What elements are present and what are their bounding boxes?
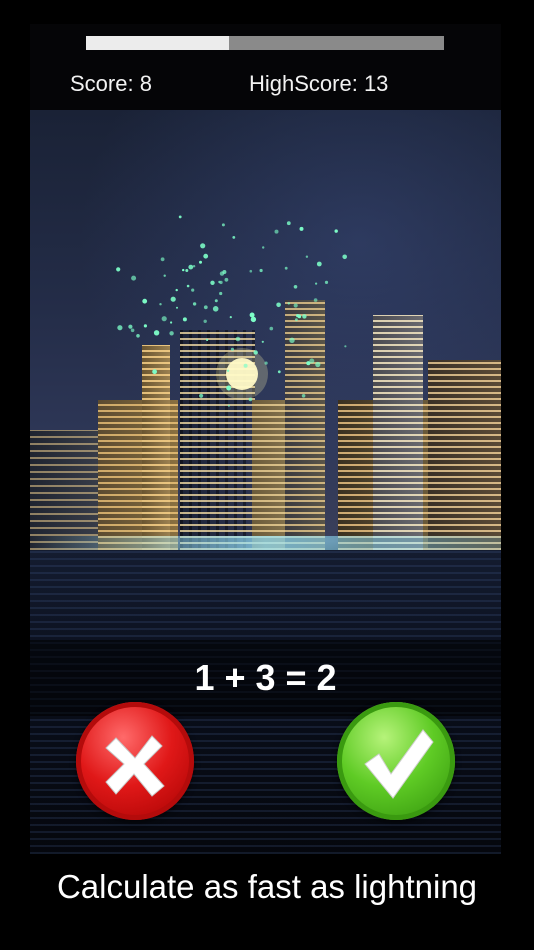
firework-spark (185, 269, 189, 272)
firework-spark (334, 229, 338, 233)
firework-spark (219, 271, 225, 276)
firework-spark (235, 336, 241, 342)
firework-spark (226, 385, 232, 391)
firework-spark (219, 291, 223, 296)
firework-spark (169, 331, 174, 336)
firework-spark (130, 328, 135, 333)
cross-icon (105, 735, 165, 797)
firework-spark (131, 275, 137, 281)
firework-spark (152, 369, 157, 375)
firework-spark (163, 274, 166, 277)
firework-spark (191, 288, 195, 292)
firework-spark (212, 306, 219, 312)
firework-spark (324, 280, 329, 284)
firework-spark (248, 397, 253, 402)
firework-spark (342, 254, 348, 260)
firework-spark (253, 350, 258, 355)
firework-spark (227, 404, 230, 407)
firework-spark (182, 268, 185, 272)
firework-spark (306, 361, 311, 366)
timer-bar (86, 36, 444, 50)
firework-spark (117, 325, 123, 331)
firework-spark (315, 282, 318, 285)
firework-spark (296, 314, 300, 318)
firework-spark (153, 330, 160, 336)
firework-spark (249, 312, 255, 318)
firework-spark (142, 298, 148, 304)
firework-spark (224, 277, 229, 282)
timer-bar-fill (86, 36, 230, 50)
firework-spark (192, 302, 197, 306)
firework-spark (214, 299, 218, 303)
firework-spark (199, 260, 202, 264)
firework-spark (178, 215, 182, 219)
tagline: Calculate as fast as lightning (56, 868, 478, 905)
firework-spark (293, 285, 298, 289)
firework-spark (264, 361, 268, 365)
firework-spark (128, 324, 133, 329)
firework-spark (269, 326, 274, 331)
firework-spark (221, 223, 225, 227)
firework-spark (160, 257, 165, 262)
firework-decoration (116, 215, 348, 407)
firework-spark (188, 264, 194, 270)
game-screen: Score: 8 HighScore: 13 1 + 3 = 2 (30, 24, 501, 854)
firework-spark (313, 298, 318, 302)
firework-spark (203, 305, 208, 310)
highscore-label: HighScore: 13 (249, 71, 389, 96)
firework-spark (243, 363, 248, 368)
firework-spark (203, 319, 207, 323)
firework-spark (301, 394, 306, 398)
firework-spark (175, 288, 178, 292)
checkmark-icon (364, 729, 434, 799)
firework-spark (136, 334, 140, 338)
firework-spark (192, 265, 196, 268)
firework-spark (287, 302, 290, 305)
score-label: Score: 8 (70, 71, 152, 96)
firework-spark (161, 316, 167, 322)
firework-spark (299, 226, 304, 231)
firework-spark (232, 236, 236, 239)
firework-spark (276, 302, 281, 308)
firework-spark (286, 221, 291, 226)
firework-spark (315, 361, 321, 368)
firework-spark (170, 321, 173, 324)
right-answer-button[interactable] (337, 702, 455, 820)
firework-spark (262, 246, 265, 249)
firework-spark (229, 316, 232, 319)
firework-spark (259, 268, 263, 273)
firework-spark (293, 303, 298, 308)
firework-spark (274, 229, 279, 234)
firework-spark (226, 369, 230, 372)
firework-spark (261, 340, 264, 343)
firework-spark (170, 296, 176, 302)
firework-spark (284, 266, 288, 270)
firework-spark (203, 253, 209, 259)
firework-spark (316, 261, 322, 267)
firework-spark (218, 280, 221, 284)
firework-spark (230, 347, 234, 351)
firework-spark (249, 269, 253, 273)
firework-spark (302, 314, 307, 319)
firework-spark (199, 393, 204, 398)
firework-spark (277, 370, 281, 374)
firework-spark (182, 317, 187, 322)
firework-spark (295, 318, 298, 322)
firework-spark (210, 280, 215, 285)
wrong-answer-button[interactable] (76, 702, 194, 820)
firework-spark (344, 345, 347, 348)
firework-spark (159, 303, 162, 306)
firework-spark (206, 338, 209, 341)
firework-spark (289, 337, 295, 343)
firework-spark (186, 284, 190, 288)
firework-spark (200, 243, 206, 249)
firework-spark (305, 255, 309, 258)
firework-spark (176, 306, 178, 309)
firework-spark (116, 267, 121, 272)
top-bar: Score: 8 HighScore: 13 (30, 24, 501, 110)
firework-spark (143, 324, 147, 328)
